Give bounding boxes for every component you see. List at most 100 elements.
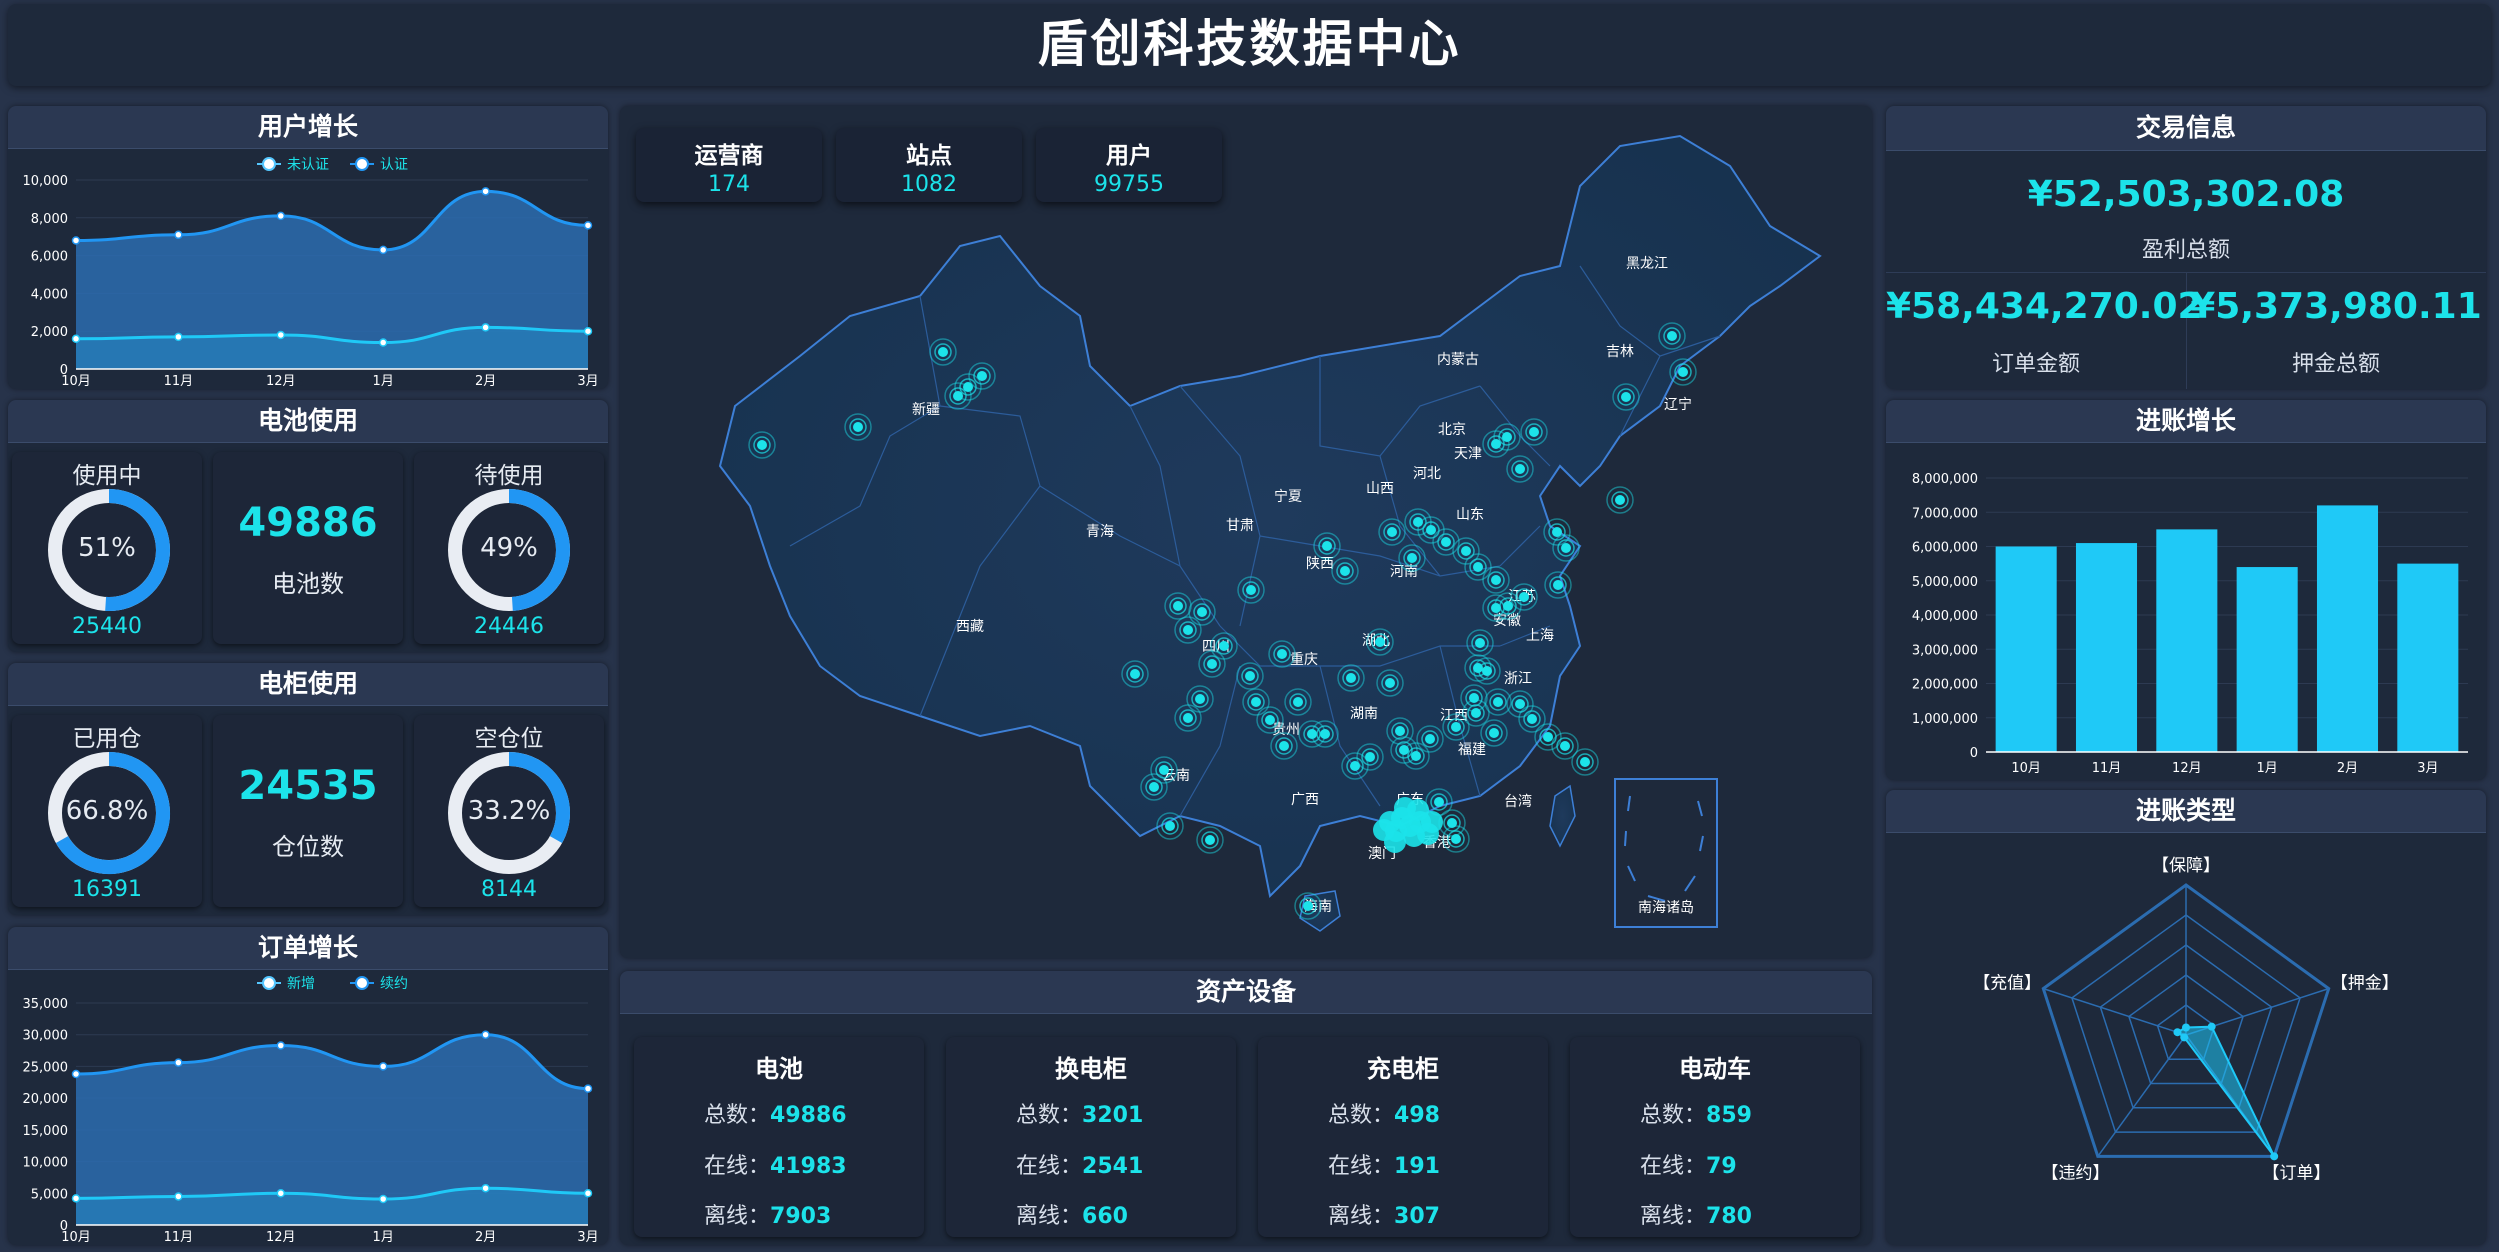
order-amount-label: 订单金额	[1991, 352, 2080, 377]
data-point	[276, 211, 286, 221]
battery-in-use-label: 使用中	[72, 463, 142, 489]
site-marker	[1205, 835, 1215, 845]
x-tick-label: 3月	[577, 374, 598, 389]
x-tick-label: 12月	[2172, 761, 2202, 776]
site-marker	[1165, 821, 1175, 831]
transactions-title: 交易信息	[1886, 106, 2486, 151]
battery-in-use-percent: 51%	[78, 533, 136, 563]
radar-data-point	[2180, 1033, 2189, 1042]
battery-idle-card: 待使用 49% 24446	[414, 452, 604, 644]
battery-count-label: 电池数	[272, 570, 344, 598]
province-label: 青海	[1086, 524, 1114, 540]
site-marker	[1561, 543, 1571, 553]
asset-online-label: 在线：	[1328, 1154, 1395, 1179]
x-tick-label: 2月	[475, 374, 496, 389]
data-point	[481, 323, 490, 332]
x-tick-label: 1月	[373, 1230, 394, 1245]
site-marker	[1159, 765, 1169, 775]
china-map[interactable]: 南海诸岛 黑龙江吉林辽宁内蒙古北京天津河北山西山东宁夏甘肃青海新疆西藏陕西河南江…	[620, 106, 1872, 958]
legend-label: 未认证	[287, 157, 329, 173]
site-marker	[1473, 562, 1483, 572]
bar	[2075, 543, 2138, 752]
site-marker	[1615, 495, 1625, 505]
assets-panel: 资产设备 电池 总数：49886 在线：41983 离线：7903 换电柜 总数…	[620, 971, 1872, 1245]
data-point	[71, 1069, 81, 1079]
x-tick-label: 12月	[266, 374, 296, 389]
asset-offline-value: 7903	[770, 1204, 832, 1229]
site-marker	[1303, 901, 1313, 911]
asset-offline-label: 离线：	[704, 1204, 771, 1229]
radar-data-point	[2182, 1023, 2190, 1032]
cabinet-empty-card: 空仓位 33.2% 8144	[414, 715, 604, 907]
site-marker	[1251, 697, 1261, 707]
x-tick-label: 3月	[2417, 761, 2438, 776]
radar-indicator-label: 【订单】	[2263, 1164, 2331, 1184]
site-marker	[1434, 797, 1444, 807]
y-tick-label: 6,000,000	[1912, 541, 1978, 556]
cabinet-empty-label: 空仓位	[474, 726, 544, 752]
x-tick-label: 10月	[61, 1230, 91, 1245]
data-point	[174, 230, 183, 240]
site-marker	[1173, 601, 1183, 611]
asset-total-row: 总数：498	[1328, 1097, 1440, 1129]
inset-label: 南海诸岛	[1638, 900, 1694, 916]
province-label: 吉林	[1606, 344, 1634, 360]
x-tick-label: 1月	[2257, 761, 2278, 776]
y-tick-label: 35,000	[23, 997, 69, 1012]
cabinet-used-count: 16391	[72, 877, 142, 902]
cabinet-usage-title: 电柜使用	[8, 663, 608, 706]
battery-idle-percent: 49%	[480, 533, 538, 563]
site-marker	[1407, 553, 1417, 563]
asset-online-value: 41983	[770, 1154, 847, 1179]
site-marker	[1515, 464, 1525, 474]
cabinet-slot-count-value: 24535	[238, 763, 378, 809]
site-marker	[1320, 729, 1330, 739]
y-tick-label: 8,000	[31, 212, 68, 227]
radar-indicator-label: 【押金】	[2331, 973, 2399, 993]
data-point	[71, 334, 81, 344]
asset-card-e-bike: 电动车 总数：859 在线：79 离线：780	[1570, 1037, 1860, 1237]
user-growth-title: 用户增长	[8, 106, 608, 149]
site-marker-cluster	[1421, 811, 1443, 833]
site-marker	[1491, 575, 1501, 585]
x-tick-label: 11月	[164, 374, 194, 389]
asset-total-row: 总数：49886	[704, 1097, 847, 1129]
site-marker	[1385, 678, 1395, 688]
site-marker	[977, 371, 987, 381]
site-marker	[1461, 546, 1471, 556]
site-marker	[1265, 715, 1275, 725]
y-tick-label: 15,000	[23, 1124, 69, 1139]
data-point	[174, 332, 183, 342]
cabinet-used-percent: 66.8%	[65, 796, 149, 826]
site-marker	[1246, 585, 1256, 595]
asset-card-charging-cabinet: 充电柜 总数：498 在线：191 离线：307	[1258, 1037, 1548, 1237]
y-tick-label: 25,000	[23, 1060, 69, 1075]
site-marker	[1219, 641, 1229, 651]
province-label: 湖南	[1350, 706, 1378, 722]
site-marker	[1441, 537, 1451, 547]
cabinet-usage-panel: 电柜使用 已用仓 66.8% 16391 24535 仓位数 空仓位 33.2%…	[8, 663, 608, 915]
asset-card-battery: 电池 总数：49886 在线：41983 离线：7903	[634, 1037, 924, 1237]
x-tick-label: 1月	[373, 374, 394, 389]
deposit-total-label: 押金总额	[2291, 352, 2380, 377]
site-marker	[1195, 694, 1205, 704]
deposit-total-value: ¥5,373,980.11	[2190, 286, 2482, 327]
asset-offline-value: 307	[1394, 1204, 1440, 1229]
site-marker	[1426, 525, 1436, 535]
province-label: 河北	[1413, 466, 1441, 482]
site-marker	[1482, 666, 1492, 676]
asset-total-row: 总数：859	[1640, 1097, 1752, 1129]
site-marker	[1489, 728, 1499, 738]
inset-dashes	[1624, 795, 1704, 902]
radar-indicator-label: 【充值】	[1973, 973, 2041, 993]
province-label: 内蒙古	[1437, 352, 1479, 368]
bar	[2236, 567, 2298, 752]
site-marker	[1346, 673, 1356, 683]
site-marker	[1527, 714, 1537, 724]
data-point	[71, 236, 81, 245]
data-point	[174, 1192, 183, 1201]
site-marker	[853, 422, 863, 432]
asset-card-swap-cabinet: 换电柜 总数：3201 在线：2541 离线：660	[946, 1037, 1236, 1237]
site-marker	[1340, 566, 1350, 576]
y-tick-label: 20,000	[23, 1092, 69, 1107]
